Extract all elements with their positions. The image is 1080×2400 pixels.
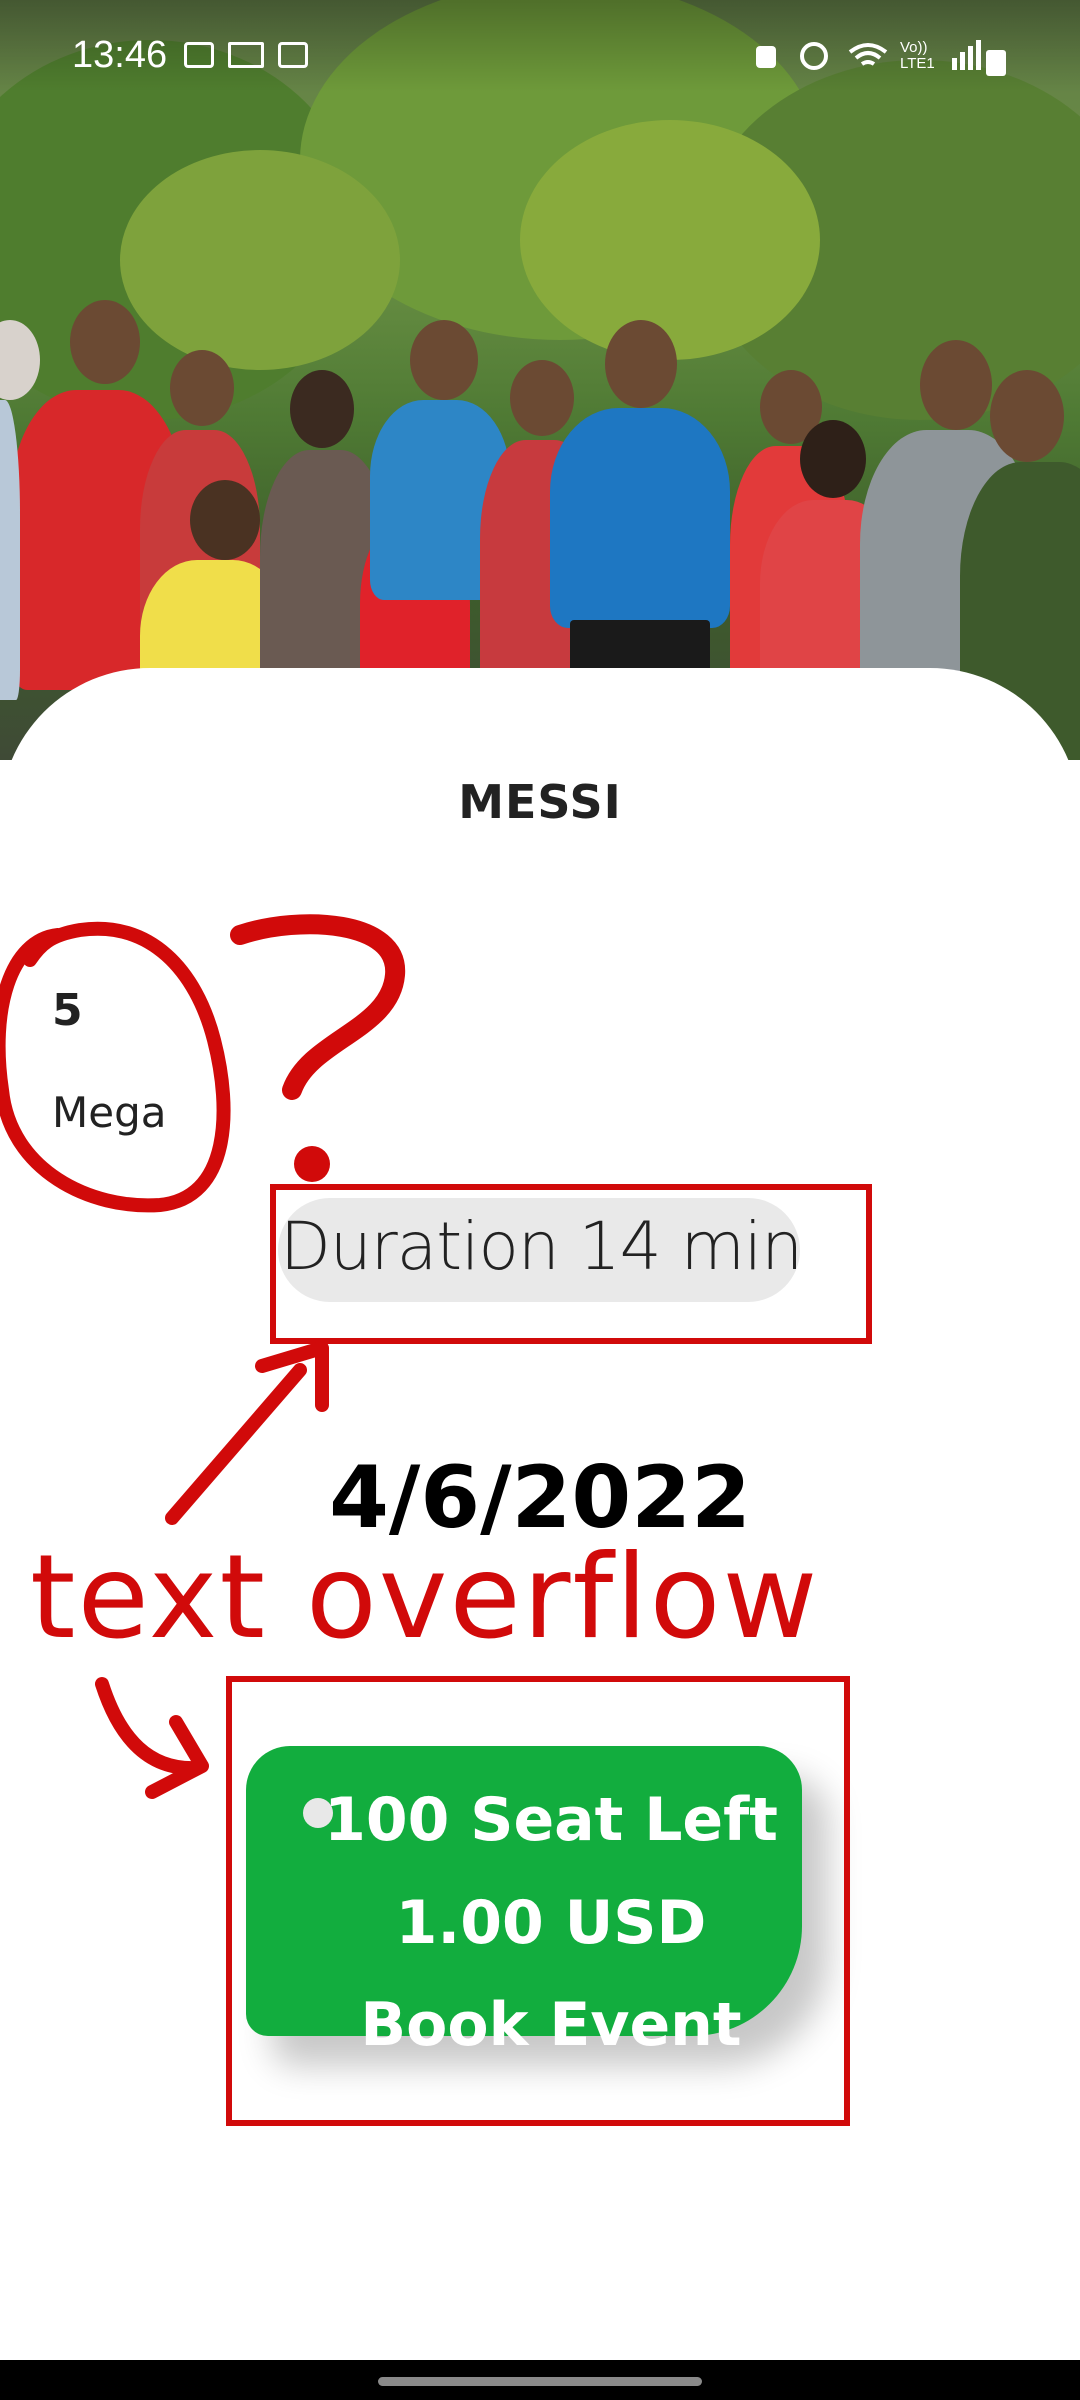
arrow-up-icon (165, 1363, 307, 1525)
annotation-strokes (0, 914, 406, 1799)
question-mark-icon (230, 914, 406, 1100)
home-gesture-handle[interactable] (378, 2377, 702, 2386)
annotation-circle (0, 921, 231, 1213)
question-mark-dot (294, 1146, 330, 1182)
